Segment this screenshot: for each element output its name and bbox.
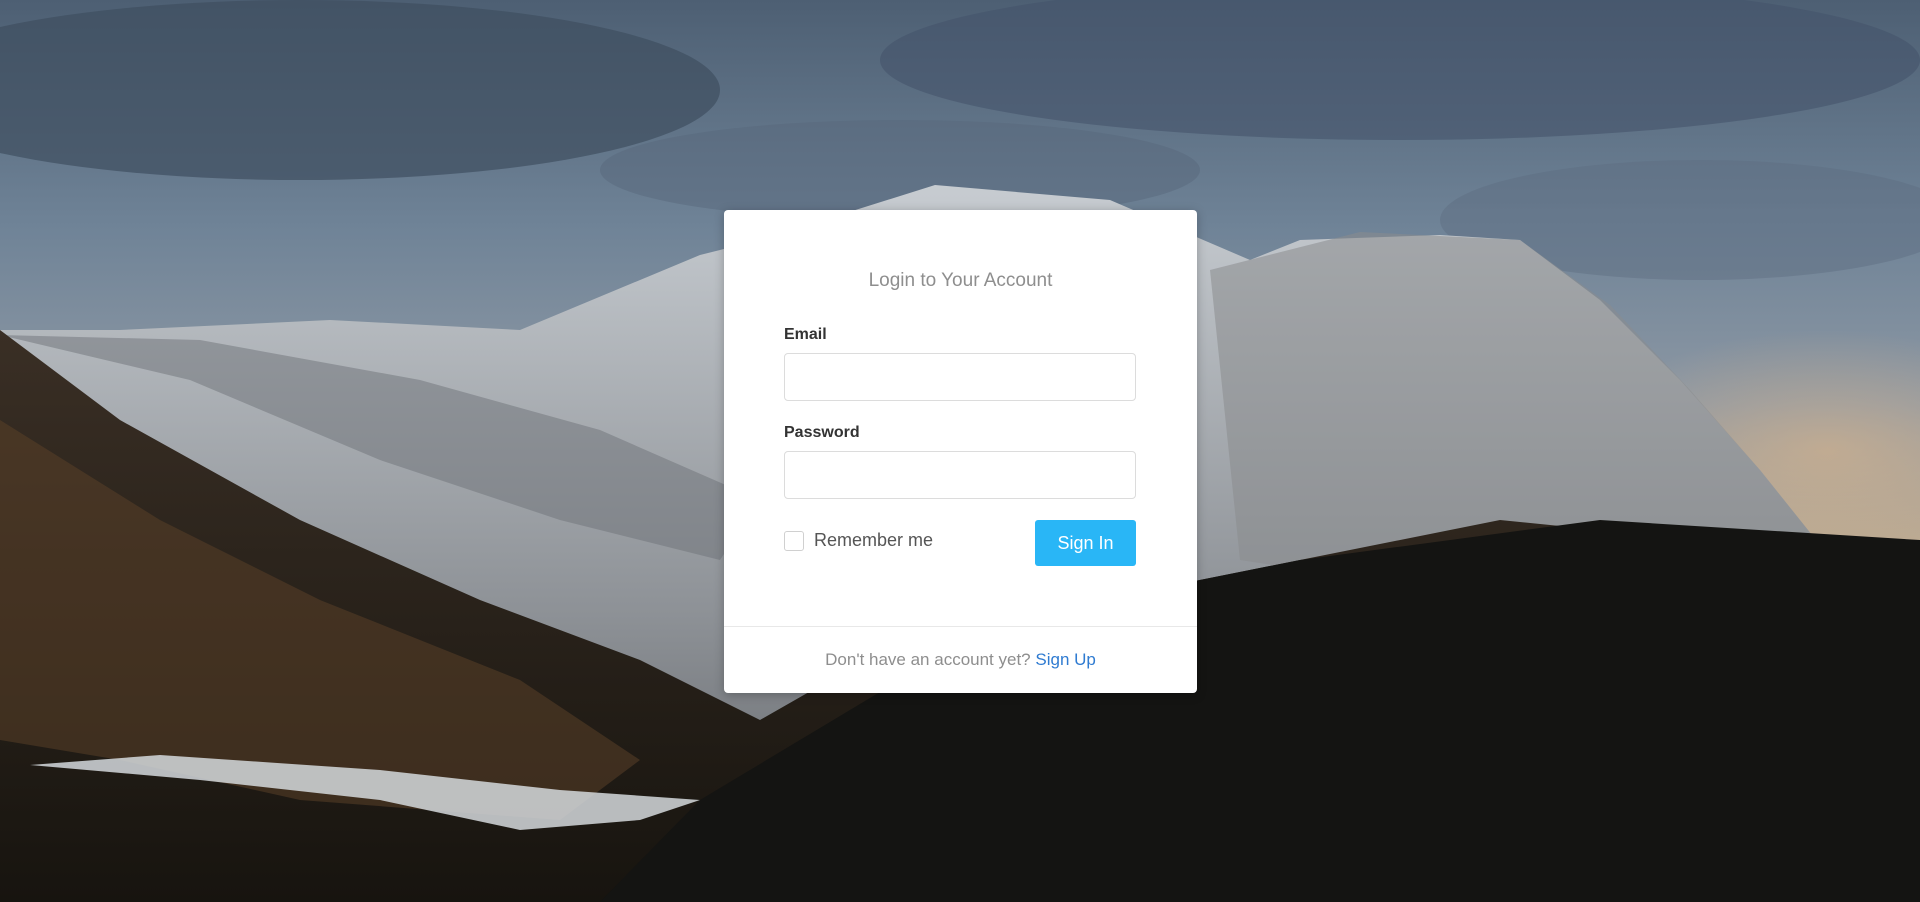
email-label: Email — [784, 326, 827, 343]
login-title: Login to Your Account — [868, 270, 1053, 291]
footer-divider — [724, 626, 1197, 627]
login-card: Login to Your Account Email Password Rem… — [724, 210, 1197, 693]
signup-prompt-text: Don't have an account yet? — [825, 650, 1031, 669]
password-input[interactable] — [784, 451, 1136, 499]
password-label: Password — [784, 424, 860, 441]
signup-prompt: Don't have an account yet? Sign Up — [724, 650, 1197, 670]
sign-up-link[interactable]: Sign Up — [1035, 650, 1095, 669]
remember-me-label: Remember me — [814, 530, 934, 550]
sign-in-button[interactable]: Sign In — [1035, 520, 1136, 566]
email-input[interactable] — [784, 353, 1136, 401]
remember-me-checkbox[interactable]: Remember me — [784, 530, 933, 551]
checkbox-box[interactable] — [784, 530, 804, 551]
